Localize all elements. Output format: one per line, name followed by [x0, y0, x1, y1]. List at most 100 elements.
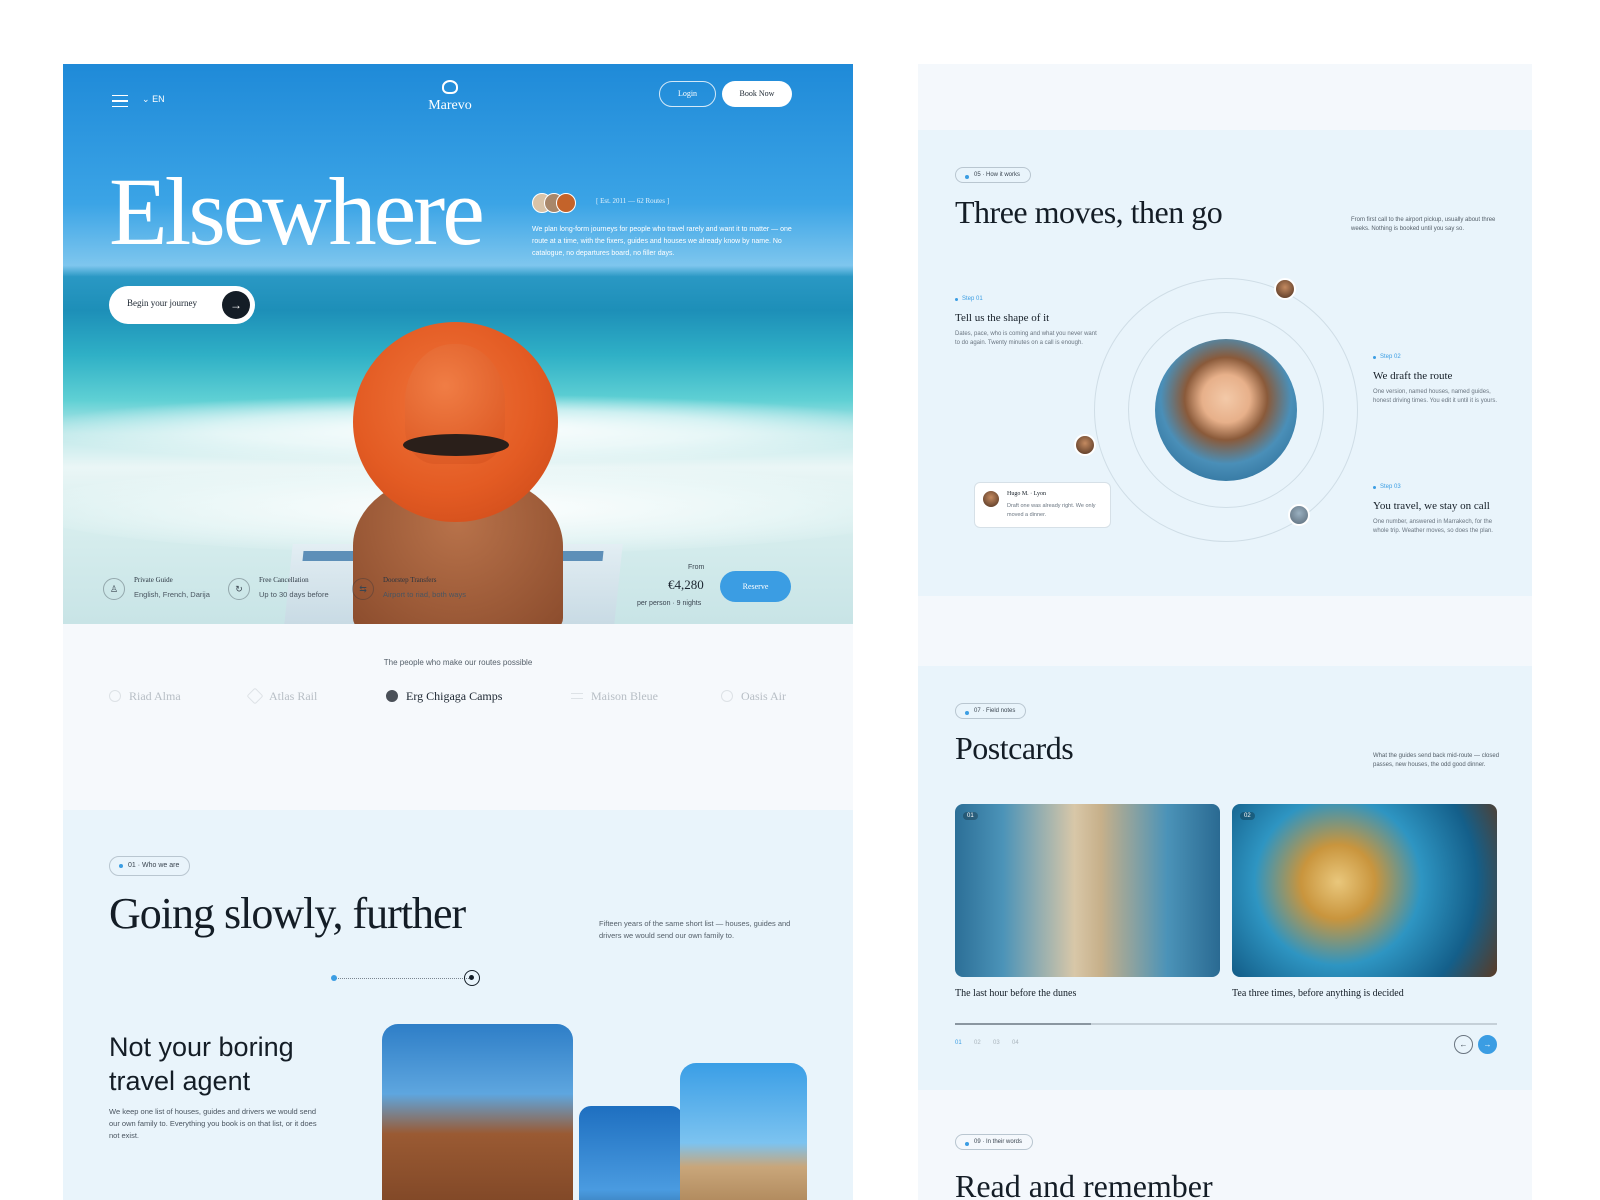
traveler-avatar	[1274, 278, 1296, 300]
section-pill: 05 · How it works	[955, 167, 1032, 183]
how-title: Three moves, then go	[955, 194, 1223, 230]
guide-icon: ♙	[103, 578, 125, 600]
smiling-woman-portrait	[1155, 339, 1297, 481]
postcards-section: 07 · Field notes Postcards What the guid…	[918, 666, 1532, 1090]
postcard-blue-alley[interactable]: 01	[955, 804, 1220, 977]
reserve-button[interactable]: Reserve	[720, 571, 791, 602]
partner-logo-icon	[109, 690, 121, 702]
section-pill: 01 · Who we are	[109, 856, 191, 876]
desert-camp-photo	[680, 1063, 807, 1200]
kasbah-photo	[382, 1024, 573, 1200]
step-label: Step 02	[1373, 354, 1401, 360]
partner-atlas-rail[interactable]: Atlas Rail	[246, 687, 318, 705]
partners-heading: The people who make our routes possible	[383, 658, 533, 667]
page-indicator[interactable]: 02	[974, 1040, 981, 1046]
words-title: Read and remember	[955, 1168, 1213, 1200]
hero-section: ⌄ EN Marevo Login Book Now Elsewhere [ E…	[63, 64, 853, 624]
sky-photo	[579, 1106, 683, 1200]
swatch	[556, 193, 576, 213]
step-title: You travel, we stay on call	[1373, 500, 1490, 512]
brand-logo[interactable]: Marevo	[418, 98, 482, 114]
partner-logo-icon	[571, 693, 583, 699]
price-from-label: From	[688, 564, 705, 571]
carousel-progress	[955, 1023, 1497, 1025]
postcard-caption: The last hour before the dunes	[955, 988, 1077, 999]
partner-maison-bleue[interactable]: Maison Bleue	[571, 689, 658, 704]
arrow-right-icon: →	[222, 291, 250, 319]
carousel-progress-fill	[955, 1023, 1091, 1025]
price-per-label: per person · 9 nights	[637, 600, 702, 607]
timeline-start-dot	[331, 975, 337, 981]
feature-subtitle: Airport to riad, both ways	[383, 590, 466, 599]
partner-oasis-air[interactable]: Oasis Air	[721, 689, 786, 704]
feature-title: Free Cancellation	[259, 576, 309, 584]
page-indicator[interactable]: 01	[955, 1040, 962, 1046]
chevron-down-icon: ⌄	[142, 94, 150, 104]
how-side-text: From first call to the airport pickup, u…	[1351, 217, 1496, 232]
feature-title: Doorstep Transfers	[383, 576, 437, 584]
language-label: EN	[152, 94, 165, 104]
login-button[interactable]: Login	[659, 81, 716, 107]
section-pill: 07 · Field notes	[955, 703, 1027, 719]
begin-journey-label: Begin your journey	[127, 298, 197, 308]
language-select[interactable]: ⌄ EN	[142, 94, 165, 105]
menu-icon[interactable]	[112, 95, 128, 107]
postcards-side-text: What the guides send back mid-route — cl…	[1373, 753, 1500, 768]
partner-name: Atlas Rail	[269, 689, 318, 703]
partner-logo-icon	[721, 690, 733, 702]
timeline-handle[interactable]	[464, 970, 480, 986]
price-value: €4,280	[668, 577, 704, 592]
traveler-avatar	[1288, 504, 1310, 526]
book-now-button[interactable]: Book Now	[722, 81, 792, 107]
step-title: Tell us the shape of it	[955, 312, 1050, 324]
step-title: We draft the route	[1373, 370, 1453, 382]
review-text: Draft one was already right. We only mov…	[1007, 503, 1096, 518]
step-text: Dates, pace, who is coming and what you …	[955, 331, 1097, 346]
partner-riad-alma[interactable]: Riad Alma	[109, 689, 181, 704]
page-indicator[interactable]: 04	[1012, 1040, 1019, 1046]
step-text: One version, named houses, named guides,…	[1373, 389, 1498, 404]
about-title: Going slowly, further	[109, 889, 466, 938]
feature-title: Private Guide	[134, 576, 173, 584]
timeline-line	[335, 978, 471, 979]
begin-journey-button[interactable]: Begin your journey →	[109, 286, 255, 324]
hat-band	[403, 434, 509, 456]
arrow-left-icon[interactable]: ←	[1454, 1035, 1473, 1054]
color-swatches	[532, 193, 588, 213]
postcards-title: Postcards	[955, 730, 1074, 766]
postcard-number: 01	[963, 812, 978, 820]
about-text: We keep one list of houses, guides and d…	[109, 1107, 317, 1140]
step-label: Step 01	[955, 296, 983, 302]
hero-description: We plan long-form journeys for people wh…	[532, 226, 792, 257]
step-text: One number, answered in Marrakech, for t…	[1373, 519, 1493, 534]
left-page-preview: ⌄ EN Marevo Login Book Now Elsewhere [ E…	[63, 64, 853, 1200]
arrow-right-icon[interactable]: →	[1478, 1035, 1497, 1054]
reviewer-name: Hugo M. · Lyon	[1007, 491, 1046, 497]
about-section: 01 · Who we are Going slowly, further Fi…	[63, 810, 853, 1200]
partner-name: Erg Chigaga Camps	[406, 689, 503, 703]
about-side-text: Fifteen years of the same short list — h…	[599, 919, 791, 940]
feature-subtitle: English, French, Darija	[134, 590, 210, 599]
postcard-caption: Tea three times, before anything is deci…	[1232, 988, 1404, 999]
partner-name: Oasis Air	[741, 689, 786, 703]
testimonial-card: Hugo M. · Lyon Draft one was already rig…	[974, 482, 1111, 528]
postcard-number: 02	[1240, 812, 1255, 820]
reviewer-avatar	[983, 491, 999, 507]
partner-logo-icon	[386, 690, 398, 702]
how-it-works-section: 05 · How it works Three moves, then go F…	[918, 130, 1532, 596]
hero-title: Elsewhere	[109, 158, 485, 265]
step-label: Step 03	[1373, 484, 1401, 490]
established-label: [ Est. 2011 — 62 Routes ]	[596, 197, 670, 205]
postcard-tea-set[interactable]: 02	[1232, 804, 1497, 977]
transfer-icon: ⇆	[352, 578, 374, 600]
partner-logo-icon	[246, 687, 264, 705]
feature-subtitle: Up to 30 days before	[259, 590, 329, 599]
partner-erg-chigaga-camps[interactable]: Erg Chigaga Camps	[386, 689, 502, 704]
page-indicator[interactable]: 03	[993, 1040, 1000, 1046]
refresh-icon: ↻	[228, 578, 250, 600]
right-page-preview: 05 · How it works Three moves, then go F…	[918, 64, 1532, 1200]
traveler-avatar	[1074, 434, 1096, 456]
partner-name: Riad Alma	[129, 689, 181, 703]
section-pill: 09 · In their words	[955, 1134, 1034, 1150]
shell-logo-icon	[442, 80, 458, 94]
